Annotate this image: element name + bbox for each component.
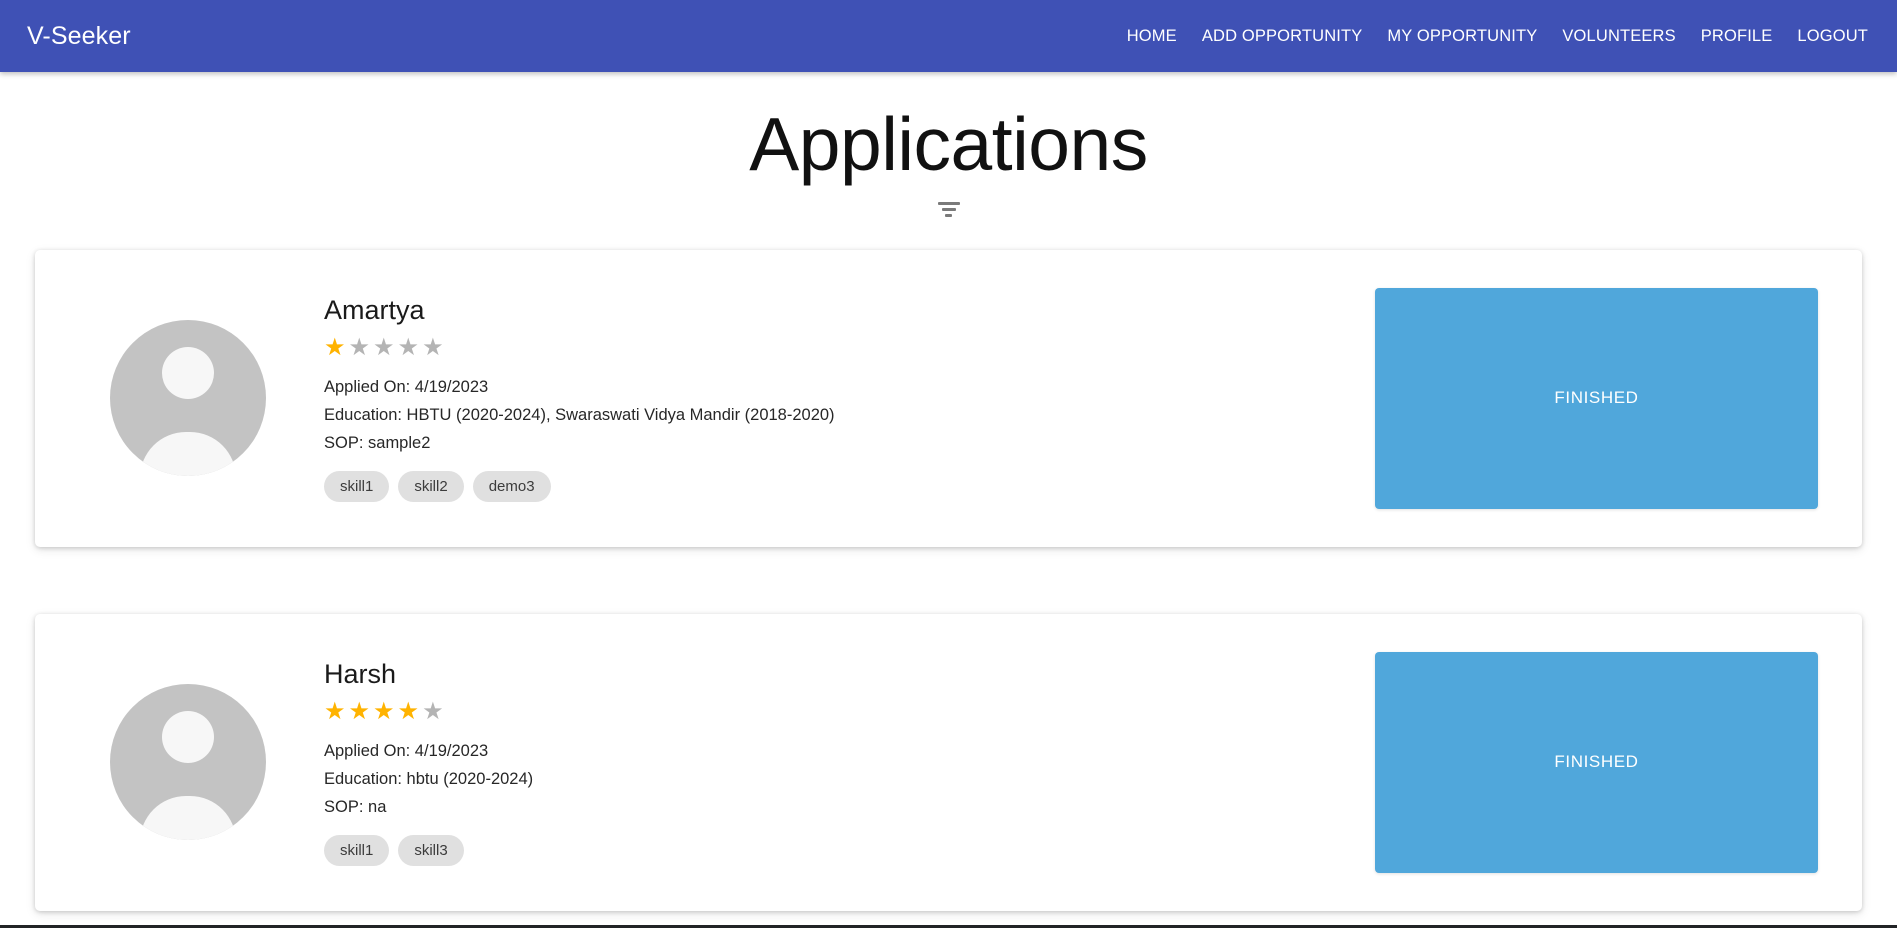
nav-link-home[interactable]: HOME [1125, 24, 1179, 49]
avatar-head-icon [162, 711, 214, 763]
filter-bar-1 [937, 202, 960, 205]
star-empty-icon: ★ [373, 334, 395, 362]
rating-stars: ★ ★ ★ ★ ★ [324, 336, 1355, 360]
avatar [110, 684, 266, 840]
star-filled-icon: ★ [324, 334, 346, 362]
applicant-info: Amartya ★ ★ ★ ★ ★ Applied On: 4/19/2023 Educati… [324, 294, 1375, 503]
star-empty-icon: ★ [348, 334, 371, 362]
nav-links-group: HOME ADD OPPORTUNITY MY OPPORTUNITY VOLUNTE… [1125, 24, 1870, 49]
nav-link-volunteers[interactable]: VOLUNTEERS [1560, 24, 1677, 49]
applicant-name: Harsh [324, 658, 397, 689]
applications-list: Amartya ★ ★ ★ ★ ★ Applied On: 4/19/2023 Educati… [0, 249, 1897, 911]
skill-chips: skill1 skill3 [324, 835, 1355, 867]
filter-bar-2 [941, 208, 956, 211]
application-card: Harsh ★ ★ ★ ★ ★ Applied On: 4/19/2023 Education… [35, 613, 1862, 911]
status-button[interactable]: FINISHED [1375, 651, 1818, 873]
skill-chips: skill1 skill2 demo3 [324, 471, 1355, 503]
nav-link-profile[interactable]: PROFILE [1699, 24, 1775, 49]
filter-row [0, 197, 1897, 223]
page-title: Applications [749, 102, 1148, 186]
applied-on-text: Applied On: 4/19/2023 [324, 378, 489, 397]
brand-logo[interactable]: V-Seeker [27, 23, 131, 49]
rating-stars: ★ ★ ★ ★ ★ [324, 700, 1355, 724]
sop-text: SOP: sample2 [324, 433, 431, 452]
applicant-name: Amartya [324, 294, 425, 325]
star-empty-icon: ★ [422, 334, 444, 362]
avatar-body-icon [140, 432, 236, 476]
window-bottom-edge [0, 925, 1897, 934]
applied-on-text: Applied On: 4/19/2023 [324, 742, 489, 761]
education-text: Education: HBTU (2020-2024), Swaraswati … [324, 405, 835, 424]
star-filled-icon: ★ [373, 698, 395, 726]
star-empty-icon: ★ [422, 698, 444, 726]
avatar-head-icon [162, 347, 214, 399]
nav-link-logout[interactable]: LOGOUT [1795, 24, 1870, 49]
star-filled-icon: ★ [348, 698, 371, 726]
star-filled-icon: ★ [397, 698, 420, 726]
avatar [110, 320, 266, 476]
avatar-body-icon [140, 796, 236, 840]
filter-bar-3 [945, 214, 952, 217]
skill-chip: demo3 [472, 471, 551, 503]
skill-chip: skill1 [324, 835, 390, 867]
star-empty-icon: ★ [397, 334, 420, 362]
status-button[interactable]: FINISHED [1375, 287, 1818, 509]
top-navbar: V-Seeker HOME ADD OPPORTUNITY MY OPPORTUNI… [0, 0, 1897, 72]
skill-chip: skill3 [398, 835, 464, 867]
education-text: Education: hbtu (2020-2024) [324, 769, 534, 788]
sop-text: SOP: na [324, 797, 387, 816]
nav-link-my-opportunity[interactable]: MY OPPORTUNITY [1385, 24, 1539, 49]
star-filled-icon: ★ [324, 698, 346, 726]
skill-chip: skill1 [324, 471, 390, 503]
skill-chip: skill2 [398, 471, 464, 503]
application-card: Amartya ★ ★ ★ ★ ★ Applied On: 4/19/2023 Educati… [35, 249, 1862, 547]
filter-sort-icon[interactable] [937, 201, 961, 219]
applicant-info: Harsh ★ ★ ★ ★ ★ Applied On: 4/19/2023 Education… [324, 658, 1375, 867]
nav-link-add-opportunity[interactable]: ADD OPPORTUNITY [1200, 24, 1365, 49]
